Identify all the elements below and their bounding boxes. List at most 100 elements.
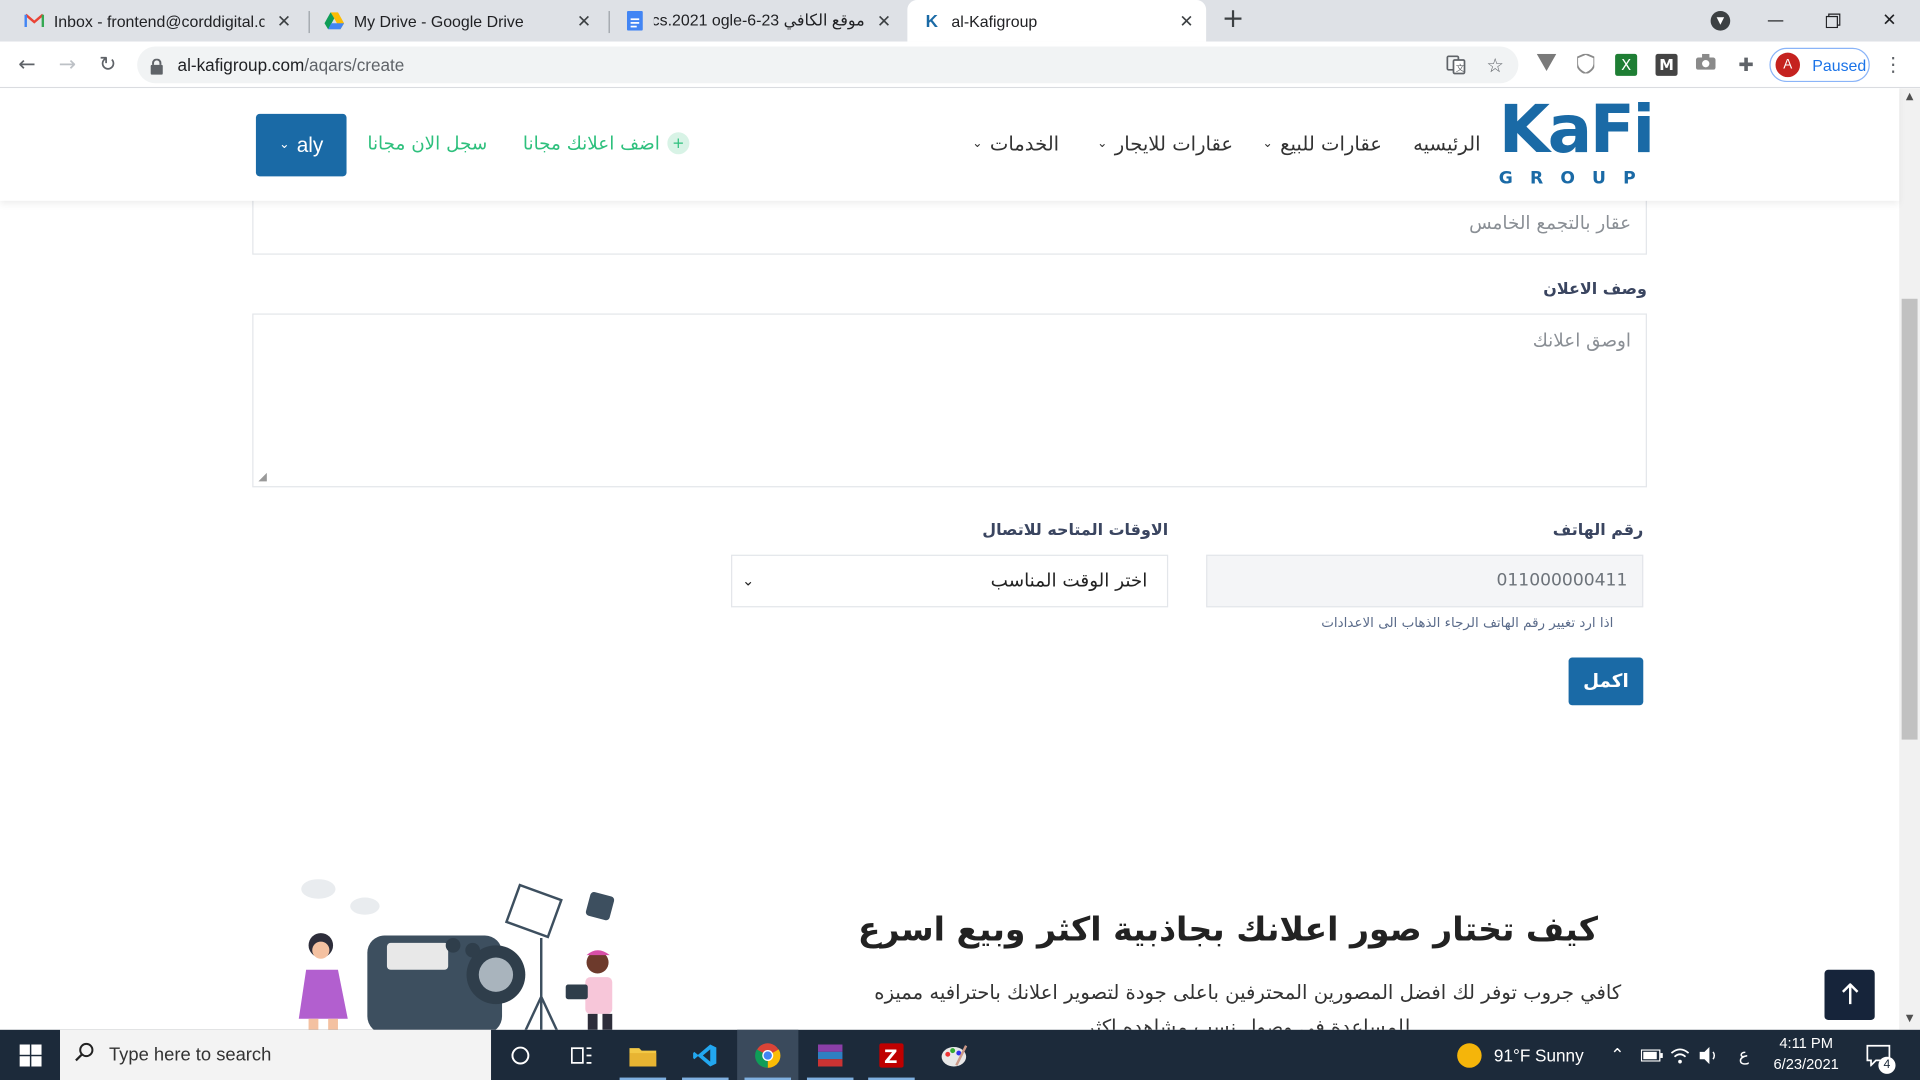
nav-rent[interactable]: ⌄ عقارات للايجار [1097,132,1233,155]
logo-subtitle: GROUP [1498,168,1653,189]
camera-icon[interactable] [1695,53,1717,76]
close-icon[interactable]: ✕ [574,11,594,31]
weather-text: 91°F Sunny [1493,1045,1584,1065]
description-textarea[interactable]: اوصق اعلانك ◢ [252,313,1647,488]
nav-home[interactable]: الرئيسيه [1413,132,1480,155]
url-path: /aqars/create [304,55,405,75]
extensions-puzzle-icon[interactable]: ✚ [1735,54,1757,76]
chevron-down-icon: ⌄ [1097,137,1108,151]
close-icon[interactable]: ✕ [274,11,294,31]
battery-icon[interactable] [1640,1030,1663,1080]
window-close-button[interactable]: ✕ [1861,0,1917,42]
windows-logo-icon [18,1043,42,1066]
winrar-icon[interactable] [800,1030,861,1080]
user-name: aly [296,132,324,157]
wifi-icon[interactable] [1670,1030,1690,1080]
nav-home-label: الرئيسيه [1413,132,1481,156]
taskbar-search[interactable]: Type here to search [60,1029,492,1080]
tab-al-kafigroup[interactable]: K al-Kafigroup ✕ [907,0,1207,42]
notifications-button[interactable]: 4 [1866,1030,1896,1080]
task-view-icon[interactable] [551,1030,612,1080]
clock-date: 6/23/2021 [1773,1055,1839,1073]
page-scrollbar[interactable]: ▲ ▼ [1899,88,1920,1030]
extension-v-icon[interactable] [1536,53,1558,76]
browser-menu-icon[interactable]: ⋮ [1883,53,1903,76]
start-button[interactable] [0,1030,60,1080]
shield-icon[interactable] [1575,52,1597,76]
windows-taskbar: Type here to search Z 91°F Sunny ⌃ ع 4:1… [0,1029,1920,1080]
submit-button[interactable]: اكمل [1568,657,1644,706]
url-host: al-kafigroup.com [177,55,305,75]
description-placeholder: اوصق اعلانك [1532,329,1632,352]
site-header: KaFi GROUP الرئيسيه ⌄ عقارات للبيع ⌄ عقا… [0,88,1900,201]
nav-sale[interactable]: ⌄ عقارات للبيع [1262,132,1381,155]
notification-count: 4 [1878,1056,1896,1074]
nav-sale-label: عقارات للبيع [1280,132,1382,156]
browser-tab-strip: Inbox - frontend@corddigital.com ✕ My Dr… [0,0,1920,42]
close-icon[interactable]: ✕ [874,11,894,31]
tab-search-icon[interactable]: ▼ [1710,11,1731,31]
scroll-up-arrow-icon[interactable]: ▲ [1899,91,1920,106]
maximize-button[interactable] [1805,0,1861,42]
file-explorer-icon[interactable] [612,1030,673,1080]
chevron-up-icon: ⌃ [1610,1044,1625,1065]
profile-button[interactable]: A Paused [1769,47,1870,83]
bookmark-star-icon[interactable]: ☆ [1484,54,1506,77]
show-hidden-icons[interactable]: ⌃ [1610,1030,1624,1080]
nav-services[interactable]: ⌄ الخدمات [972,132,1059,155]
close-icon[interactable]: ✕ [1177,11,1197,31]
chrome-icon[interactable] [737,1029,799,1080]
contact-times-select[interactable]: اختر الوقت المناسب ⌄ [731,554,1169,608]
phone-hint: اذا ارد تغيير رقم الهاتف الرجاء الذهاب ا… [1321,614,1614,631]
vscode-icon[interactable] [675,1030,736,1080]
scroll-to-top-button[interactable] [1824,969,1875,1021]
nav-services-label: الخدمات [989,132,1060,156]
svg-text:文: 文 [1456,62,1465,74]
lock-icon [150,56,163,75]
tab-title: al-Kafigroup [951,11,1038,31]
url-text: al-kafigroup.com/aqars/create [178,55,405,75]
user-menu-button[interactable]: ⌄ aly [255,113,347,177]
tab-title: Inbox - frontend@corddigital.com [53,11,265,31]
weather-widget[interactable]: 91°F Sunny [1457,1030,1584,1080]
sun-icon [1457,1042,1482,1068]
google-docs-icon [624,11,644,31]
promo-title: كيف تختار صور اعلانك بجاذبية اكثر وبيع ا… [857,911,1598,949]
phone-field[interactable]: 011000000411 [1206,554,1644,608]
clock-time: 4:11 PM [1779,1034,1833,1052]
site-logo[interactable]: KaFi GROUP [1498,92,1655,189]
register-link[interactable]: سجل الان مجانا [367,132,487,154]
search-icon [60,1042,109,1068]
tab-title: موقع الكافي 23-6-Docs.2021 ogle [653,11,865,30]
screen: Inbox - frontend@corddigital.com ✕ My Dr… [0,0,1920,1080]
translate-icon[interactable]: 文 [1445,55,1467,77]
paint-icon[interactable] [923,1030,984,1080]
chevron-down-icon: ⌄ [972,137,983,151]
cortana-icon[interactable] [490,1030,551,1080]
filezilla-icon[interactable]: Z [861,1030,922,1080]
add-ad-label: اضف اعلانك مجانا [522,132,660,155]
promo-text: كافي جروب توفر لك افضل المصورين المحترفي… [874,980,1622,1030]
tab-google-docs[interactable]: موقع الكافي 23-6-Docs.2021 ogle ✕ [610,0,904,42]
forward-icon[interactable]: → [53,50,82,79]
new-tab-button[interactable]: + [1218,6,1247,34]
m-extension-icon[interactable]: M [1655,53,1678,76]
reload-icon[interactable]: ↻ [93,50,122,79]
volume-icon[interactable] [1699,1030,1720,1080]
photographers-illustration [282,874,637,1030]
tab-gmail[interactable]: Inbox - frontend@corddigital.com ✕ [10,0,304,42]
resize-handle-icon[interactable]: ◢ [258,471,266,483]
excel-extension-icon[interactable]: X [1615,53,1638,76]
back-icon[interactable]: ← [12,50,41,79]
tab-google-drive[interactable]: My Drive - Google Drive ✕ [310,0,604,42]
address-bar[interactable]: al-kafigroup.com/aqars/create 文 ☆ [137,46,1519,84]
system-clock[interactable]: 4:11 PM 6/23/2021 [1763,1033,1849,1075]
scrollbar-thumb[interactable] [1901,298,1918,740]
ad-title-value: عقار بالتجمع الخامس [1469,211,1632,234]
scroll-down-arrow-icon[interactable]: ▼ [1899,1013,1920,1028]
ad-title-input[interactable]: عقار بالتجمع الخامس [252,193,1647,255]
input-language[interactable]: ع [1739,1030,1749,1080]
minimize-button[interactable]: — [1747,0,1803,42]
add-ad-link[interactable]: اضف اعلانك مجانا + [522,132,690,155]
profile-status: Paused [1812,55,1867,75]
